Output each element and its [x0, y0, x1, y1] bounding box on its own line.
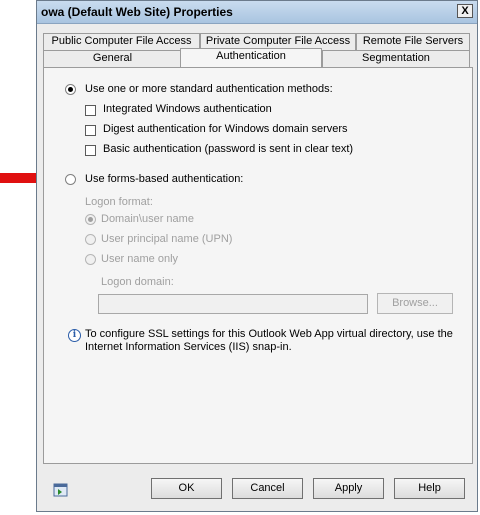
- standard-auth-label: Use one or more standard authentication …: [85, 83, 333, 95]
- info-icon: i: [68, 329, 81, 342]
- tab-segmentation[interactable]: Segmentation: [322, 50, 470, 67]
- window-title: owa (Default Web Site) Properties: [41, 5, 233, 19]
- logon-format-label: Logon format:: [85, 196, 153, 208]
- properties-dialog: owa (Default Web Site) Properties X Publ…: [36, 0, 478, 512]
- tab-public-computer-file-access[interactable]: Public Computer File Access: [43, 33, 200, 50]
- tab-remote-file-servers[interactable]: Remote File Servers: [356, 33, 470, 50]
- title-bar: owa (Default Web Site) Properties X: [37, 1, 477, 24]
- ssl-info-text-line1: To configure SSL settings for this Outlo…: [85, 328, 453, 340]
- username-only-label: User name only: [101, 253, 179, 265]
- upn-label: User principal name (UPN): [101, 233, 233, 245]
- cancel-button[interactable]: Cancel: [232, 478, 303, 499]
- browse-button[interactable]: Browse...: [377, 293, 453, 314]
- domain-username-label: Domain\user name: [101, 213, 194, 225]
- ssl-info-text-line2: Internet Information Services (IIS) snap…: [85, 341, 292, 353]
- tab-authentication[interactable]: Authentication: [180, 48, 322, 67]
- integrated-windows-label: Integrated Windows authentication: [103, 103, 272, 115]
- forms-auth-label: Use forms-based authentication:: [85, 173, 244, 185]
- logon-domain-label: Logon domain:: [101, 276, 174, 288]
- standard-auth-radio[interactable]: [65, 84, 76, 95]
- upn-radio[interactable]: [85, 234, 96, 245]
- basic-auth-label: Basic authentication (password is sent i…: [103, 143, 354, 155]
- forms-auth-radio[interactable]: [65, 174, 76, 185]
- apply-button[interactable]: Apply: [313, 478, 384, 499]
- logon-domain-input[interactable]: [98, 294, 368, 314]
- integrated-windows-checkbox[interactable]: [85, 105, 96, 116]
- authentication-panel: Use one or more standard authentication …: [43, 67, 473, 464]
- close-button[interactable]: X: [457, 4, 473, 18]
- domain-username-radio[interactable]: [85, 214, 96, 225]
- ok-button[interactable]: OK: [151, 478, 222, 499]
- help-button[interactable]: Help: [394, 478, 465, 499]
- digest-auth-checkbox[interactable]: [85, 125, 96, 136]
- username-only-radio[interactable]: [85, 254, 96, 265]
- tab-general[interactable]: General: [43, 50, 182, 67]
- digest-auth-label: Digest authentication for Windows domain…: [103, 123, 348, 135]
- basic-auth-checkbox[interactable]: [85, 145, 96, 156]
- properties-page-icon: [53, 483, 68, 497]
